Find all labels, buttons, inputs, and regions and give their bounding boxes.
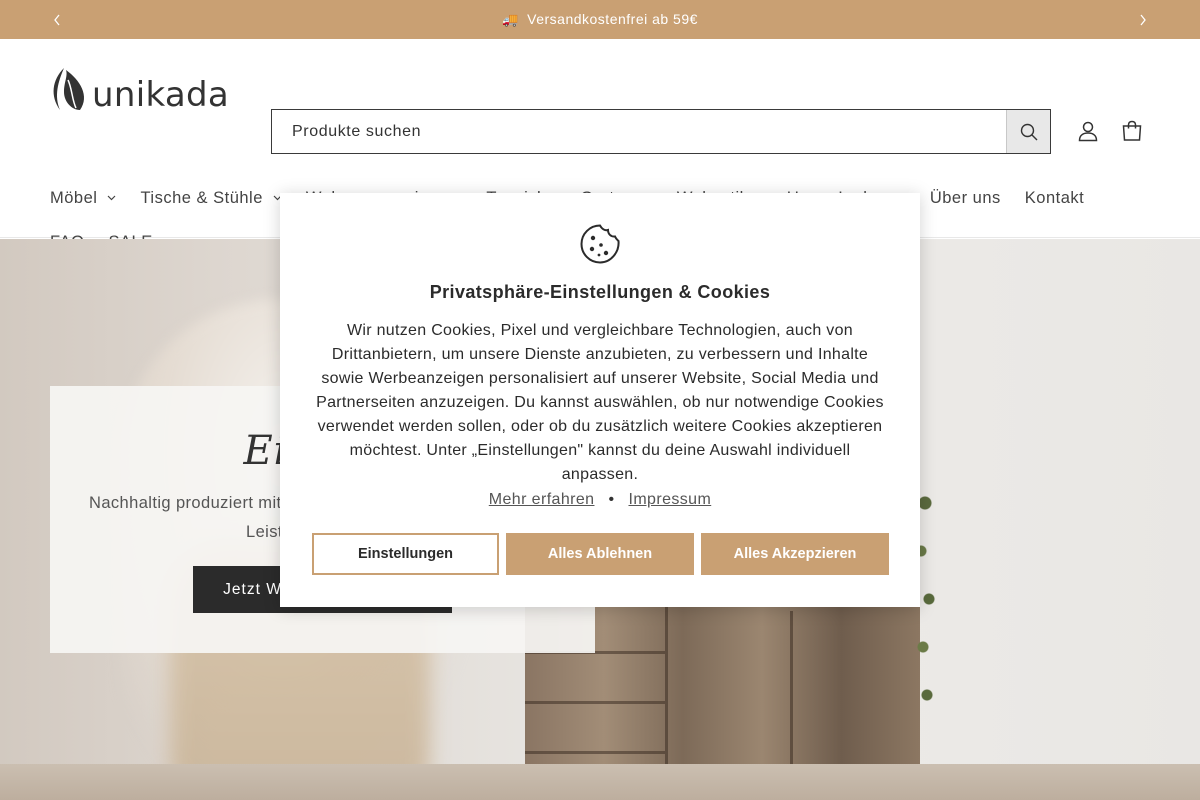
cookie-consent-dialog: Privatsphäre-Einstellungen & Cookies Wir… (280, 193, 920, 607)
learn-more-link[interactable]: Mehr erfahren (489, 491, 595, 508)
cookie-dialog-actions: Einstellungen Alles Ablehnen Alles Akzep… (312, 533, 889, 575)
nav-item-tische-stuehle[interactable]: Tische & Stühle (140, 176, 282, 220)
shopping-bag-icon (1122, 120, 1142, 141)
nav-item-label: Über uns (929, 188, 1001, 207)
imprint-link[interactable]: Impressum (628, 491, 711, 508)
nav-item-label: Kontakt (1024, 188, 1085, 207)
cart-button[interactable] (1118, 117, 1146, 145)
search-input[interactable] (272, 110, 1006, 153)
announcement-bar: 🚚 Versandkostenfrei ab 59€ (0, 0, 1200, 39)
chevron-left-icon (54, 14, 60, 25)
announcement-prev-button[interactable] (47, 10, 67, 30)
cookie-dialog-links: Mehr erfahren • Impressum (280, 491, 920, 509)
link-separator: • (608, 491, 615, 508)
search-button[interactable] (1006, 110, 1050, 153)
cookie-dialog-body: Wir nutzen Cookies, Pixel und vergleichb… (316, 322, 884, 483)
account-button[interactable] (1074, 117, 1102, 145)
cookie-settings-button[interactable]: Einstellungen (312, 533, 499, 575)
user-icon (1078, 121, 1098, 142)
nav-item-kontakt[interactable]: Kontakt (1025, 176, 1084, 220)
hero-image-floor (0, 764, 1200, 800)
logo-text: unikada (92, 75, 229, 115)
chevron-right-icon (1140, 14, 1146, 25)
announcement-content: 🚚 Versandkostenfrei ab 59€ (502, 11, 698, 28)
nav-item-label: Tische & Stühle (140, 188, 263, 207)
cookie-accept-all-button[interactable]: Alles Akzepzieren (701, 533, 889, 575)
announcement-text: Versandkostenfrei ab 59€ (527, 11, 698, 27)
chevron-down-icon (107, 195, 116, 201)
leaf-logo-icon (53, 68, 85, 110)
cookie-dialog-title: Privatsphäre-Einstellungen & Cookies (429, 282, 771, 302)
logo[interactable]: unikada (50, 66, 229, 112)
truck-icon: 🚚 (502, 12, 519, 27)
nav-item-moebel[interactable]: Möbel (50, 176, 116, 220)
announcement-next-button[interactable] (1133, 10, 1153, 30)
cookie-icon (580, 224, 620, 264)
search-bar (271, 109, 1051, 154)
nav-item-label: Möbel (50, 188, 98, 207)
hero-cta-label: Jetzt W (223, 580, 282, 598)
cookie-reject-all-button[interactable]: Alles Ablehnen (506, 533, 694, 575)
nav-item-ueber-uns[interactable]: Über uns (930, 176, 1001, 220)
search-icon (1020, 123, 1037, 140)
